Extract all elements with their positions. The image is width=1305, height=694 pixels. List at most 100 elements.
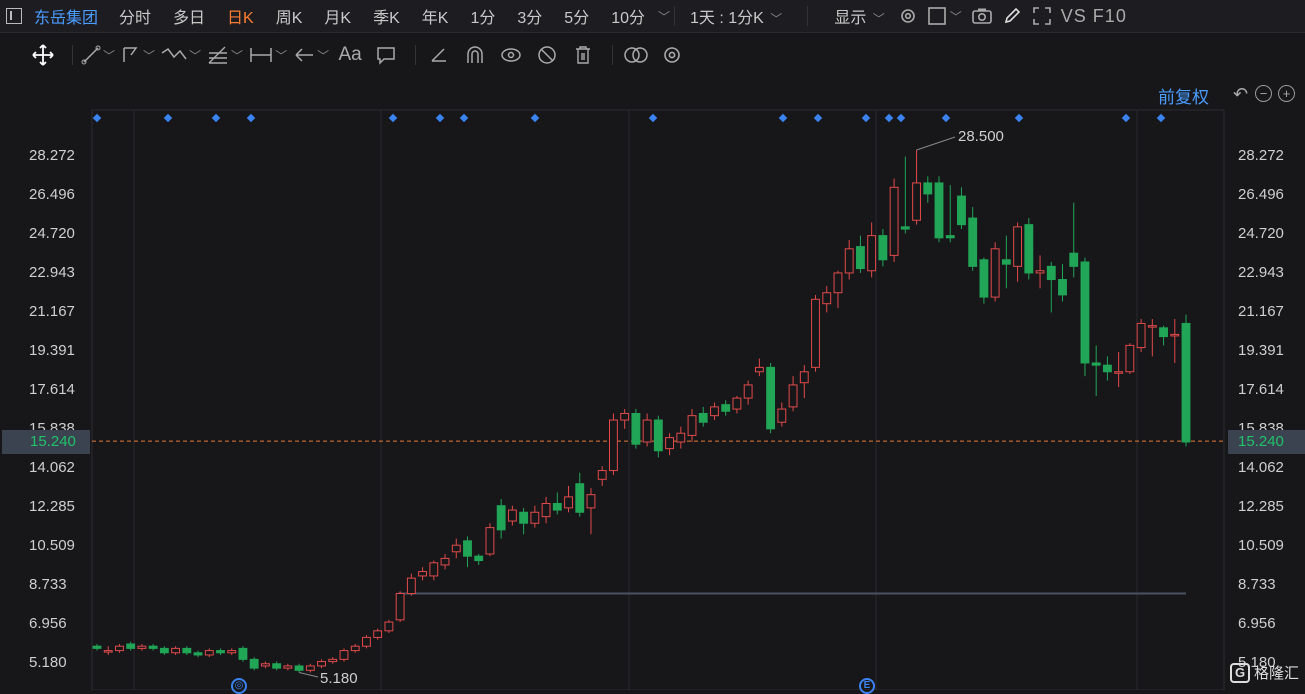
candle-body: [507, 509, 517, 522]
candle-body: [406, 577, 416, 594]
y-axis-label-right: 10.509: [1238, 537, 1284, 554]
y-axis-label-left: 10.509: [29, 537, 75, 554]
candle-body: [799, 371, 809, 384]
y-axis-label-left: 24.720: [29, 225, 75, 242]
high-price-annotation: 28.500: [958, 128, 1004, 145]
candle-body: [721, 404, 731, 412]
y-axis-label-right: 17.614: [1238, 381, 1284, 398]
candle-body: [743, 384, 753, 399]
y-axis-label-right: 14.062: [1238, 459, 1284, 476]
candle-body: [373, 630, 383, 638]
y-axis-label-right: 28.272: [1238, 147, 1284, 164]
candle-body: [440, 557, 450, 566]
candle-body: [665, 437, 674, 450]
event-dot-icon: [163, 113, 173, 123]
gelonghui-logo-icon: G: [1230, 662, 1250, 683]
candle-body: [934, 182, 944, 239]
candle-body: [1136, 322, 1146, 349]
candle-body: [653, 419, 663, 452]
low-price-annotation: 5.180: [320, 670, 358, 687]
candle-body: [294, 665, 304, 671]
event-dot-icon: [211, 113, 221, 123]
candle-body: [698, 412, 708, 423]
candle-body: [339, 650, 349, 660]
candle-body: [260, 663, 270, 667]
candle-body: [754, 366, 764, 373]
event-dot-icon: [1156, 113, 1166, 123]
candle-body: [350, 645, 360, 652]
candle-body: [631, 412, 641, 445]
candlestick-chart[interactable]: [0, 0, 1305, 690]
candle-body: [474, 555, 484, 562]
event-dot-icon: [530, 113, 540, 123]
candle-body: [732, 397, 742, 410]
candle-body: [1069, 252, 1079, 267]
candle-body: [766, 366, 776, 430]
candle-body: [777, 408, 787, 423]
candle-body: [945, 235, 955, 239]
candle-body: [362, 636, 371, 647]
candle-body: [552, 502, 562, 511]
watermark: G 格隆汇: [1230, 662, 1299, 683]
candle-body: [137, 645, 147, 649]
candle-body: [159, 647, 169, 654]
candle-body: [1181, 322, 1191, 443]
candle-body: [1114, 371, 1124, 374]
candle-body: [620, 412, 630, 421]
candle-body: [418, 571, 428, 577]
event-dot-icon: [884, 113, 894, 123]
y-axis-label-left: 22.943: [29, 264, 75, 281]
candle-body: [238, 647, 248, 660]
y-axis-label-left: 8.733: [29, 576, 67, 593]
candle-body: [485, 527, 495, 555]
candle-body: [429, 562, 439, 577]
event-dot-icon: [813, 113, 823, 123]
candle-body: [900, 226, 910, 230]
candle-body: [957, 195, 966, 226]
candle-body: [148, 645, 158, 649]
candle-body: [990, 248, 1000, 298]
y-axis-label-right: 19.391: [1238, 342, 1284, 359]
candle-body: [979, 259, 989, 298]
event-marker-e-icon[interactable]: E: [859, 678, 875, 694]
candle-body: [844, 248, 854, 274]
y-axis-label-left: 12.285: [29, 498, 75, 515]
candle-body: [451, 544, 461, 553]
candle-body: [1058, 279, 1067, 296]
candle-body: [115, 645, 124, 652]
candle-body: [687, 415, 697, 436]
candle-body: [642, 419, 652, 443]
y-axis-label-left: 6.956: [29, 615, 67, 632]
y-axis-label-left: 21.167: [29, 303, 75, 320]
y-axis-label-left: 5.180: [29, 654, 67, 671]
candle-body: [519, 511, 529, 524]
candle-body: [912, 182, 921, 221]
candle-body: [1001, 259, 1011, 265]
candle-body: [811, 298, 820, 368]
event-dot-icon: [1014, 113, 1024, 123]
candle-body: [564, 496, 573, 509]
event-dot-icon: [92, 113, 102, 123]
candle-body: [395, 592, 405, 621]
candle-body: [1024, 224, 1034, 274]
candle-body: [204, 650, 214, 656]
low-leader-line: [298, 672, 319, 678]
y-axis-label-left: 26.496: [29, 186, 75, 203]
candle-body: [1046, 265, 1056, 281]
event-dot-icon: [778, 113, 788, 123]
y-axis-label-left: 14.062: [29, 459, 75, 476]
candle-body: [676, 432, 686, 443]
y-axis-label-right: 6.956: [1238, 615, 1276, 632]
candle-body: [710, 406, 719, 417]
y-axis-label-left: 17.614: [29, 381, 75, 398]
candle-body: [193, 652, 203, 656]
candle-body: [1013, 226, 1023, 267]
event-marker-icon[interactable]: ◎: [231, 678, 247, 694]
candle-body: [171, 647, 181, 654]
candle-body: [968, 217, 978, 267]
event-dot-icon: [388, 113, 398, 123]
y-axis-label-left: 28.272: [29, 147, 75, 164]
candle-body: [867, 235, 877, 272]
candle-body: [182, 647, 192, 654]
candle-body: [384, 621, 394, 632]
